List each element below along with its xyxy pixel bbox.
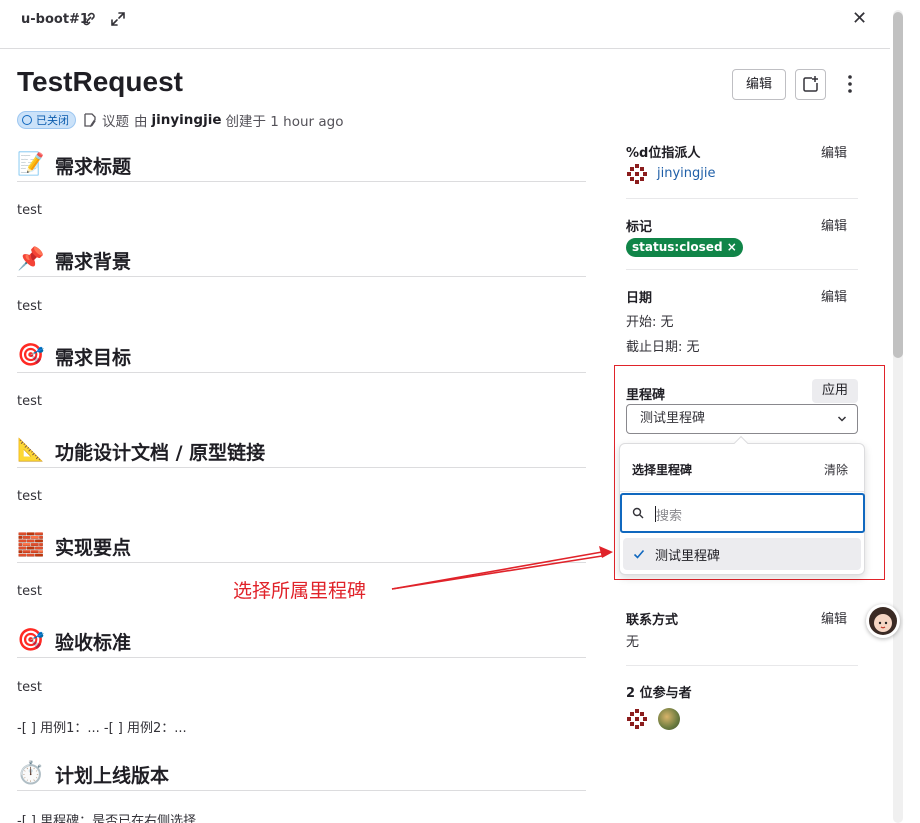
contact-edit-button[interactable]: 编辑 [821,608,847,627]
clear-button[interactable]: 清除 [824,461,848,478]
target-icon: 🎯 [17,628,45,653]
divider [626,269,858,270]
section-body: -[ ] 里程碑：是否已在右侧选择 [17,814,197,823]
participants-label: 2 位参与者 [626,686,692,701]
section-body-checklist: -[ ] 用例1：... -[ ] 用例2：... [17,721,187,736]
assignee-edit-button[interactable]: 编辑 [821,142,847,161]
contact-label: 联系方式 [626,613,679,628]
divider [626,198,858,199]
section-body: test [17,489,42,504]
chevron-down-icon [837,416,847,422]
section-heading: 🎯 需求目标 [17,340,586,373]
participant-avatar[interactable] [626,708,648,730]
expand-icon[interactable] [109,10,127,28]
issue-meta: 已关闭 议题 由 jinyingjie 创建于 1 hour ago [17,110,343,130]
by-text: 由 [134,114,148,130]
labels-edit-button[interactable]: 编辑 [821,215,847,234]
drawer-header: u-boot#1 ✕ [0,0,890,49]
assignee-avatar[interactable] [626,163,648,185]
section-body: test [17,203,42,218]
start-date: 开始: 无 [626,315,674,330]
labels-label: 标记 [626,220,653,235]
milestone-label: 里程碑 [626,388,666,403]
assignee-name[interactable]: jinyingjie [657,166,715,181]
close-icon[interactable]: ✕ [852,10,867,28]
section-heading: 🎯 验收标准 [17,625,586,658]
new-related-issue-button[interactable] [795,69,826,100]
target-icon: 🎯 [17,343,45,368]
dropdown-title: 选择里程碑 [632,463,693,477]
search-icon [632,507,644,519]
divider [626,665,858,666]
annotation-text: 选择所属里程碑 [233,580,367,602]
link-icon[interactable] [80,10,98,28]
dates-edit-button[interactable]: 编辑 [821,286,847,305]
dropdown-option[interactable]: 测试里程碑 [623,538,861,570]
section-body: test [17,299,42,314]
pushpin-icon: 📌 [17,247,45,272]
milestone-select[interactable]: 测试里程碑 [626,404,858,434]
participant-avatar[interactable] [658,708,680,730]
edit-button[interactable]: 编辑 [732,69,786,100]
section-body: test [17,394,42,409]
closed-status-icon [22,115,32,125]
section-heading: 📌 需求背景 [17,244,586,277]
stopwatch-icon: ⏱️ [17,761,45,786]
section-heading: ⏱️ 计划上线版本 [17,758,586,791]
search-placeholder: 搜索 [656,509,683,524]
status-badge: 已关闭 [17,111,76,129]
add-issue-icon [803,76,818,92]
scrollbar-thumb[interactable] [893,12,903,358]
triangle-ruler-icon: 📐 [17,438,45,463]
created-time: 创建于 1 hour ago [225,114,344,130]
contact-value: 无 [626,635,640,650]
memo-icon: 📝 [17,152,45,177]
due-date: 截止日期: 无 [626,340,700,355]
check-icon [633,549,645,559]
remove-label-icon[interactable]: × [727,240,737,254]
issue-type: 议题 [102,114,129,130]
issue-reference[interactable]: u-boot#1 [21,12,89,27]
divider [620,491,864,492]
section-body: test [17,584,42,599]
section-body: test [17,680,42,695]
issue-title: TestRequest [17,66,183,97]
milestone-search-input[interactable]: 搜索 [620,493,865,533]
assistant-avatar[interactable] [866,604,900,638]
issue-type-icon [84,113,96,128]
section-heading: 📝 需求标题 [17,149,586,182]
more-actions-icon[interactable] [840,73,860,95]
section-heading: 🧱 实现要点 [17,530,586,563]
dates-label: 日期 [626,291,653,306]
section-heading: 📐 功能设计文档 / 原型链接 [17,435,586,468]
assignee-label: %d位指派人 [626,146,701,161]
brick-icon: 🧱 [17,533,45,558]
status-label-pill[interactable]: status:closed × [626,238,743,257]
milestone-dropdown: 选择里程碑 清除 搜索 测试里程碑 [619,435,865,575]
apply-button[interactable]: 应用 [812,379,858,403]
author-link[interactable]: jinyingjie [152,112,222,128]
